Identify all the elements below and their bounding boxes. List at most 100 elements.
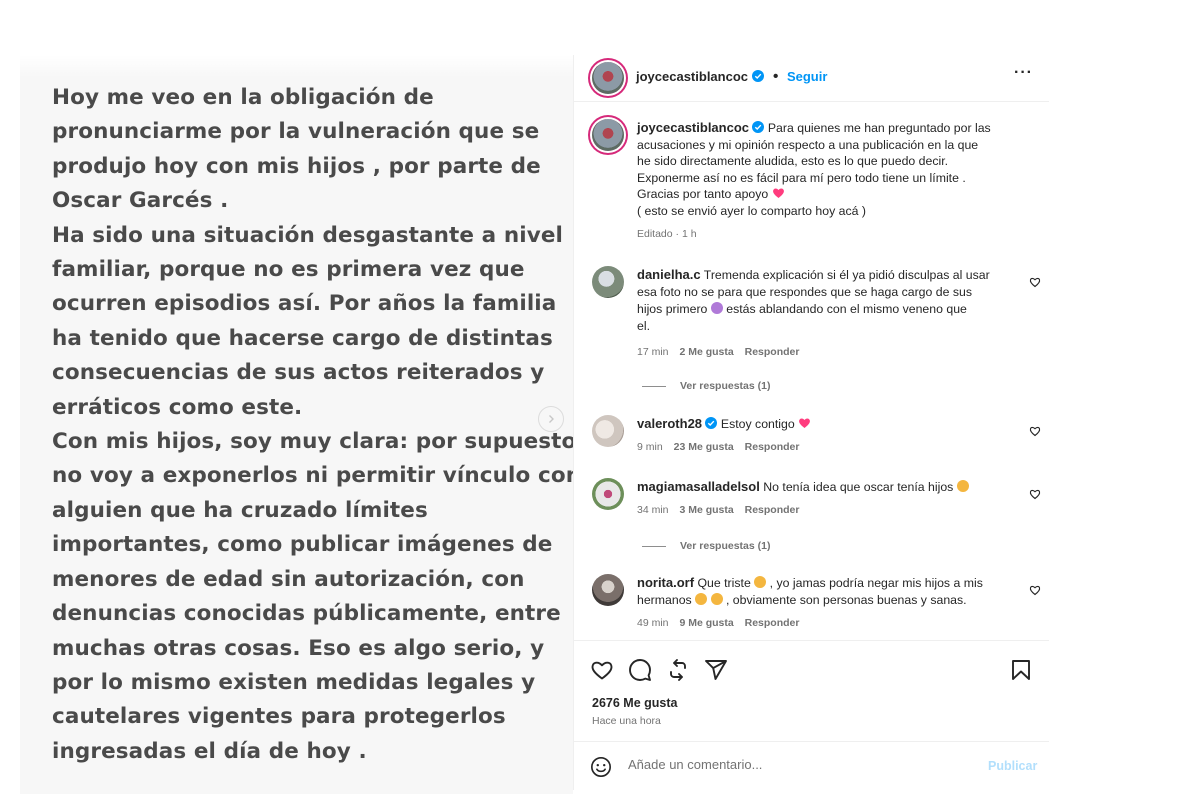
- comment-body: norita.orf Que triste , yo jamas podría …: [637, 574, 1017, 632]
- comment-text: , obviamente son personas buenas y sanas…: [725, 593, 967, 607]
- comment-icon[interactable]: [628, 658, 652, 682]
- more-options-button[interactable]: ···: [1014, 64, 1033, 82]
- posted-time: Hace una hora: [592, 715, 661, 727]
- emoji-picker-icon[interactable]: [590, 756, 612, 778]
- like-comment-heart-icon[interactable]: [1029, 584, 1041, 596]
- caption-line: Exponerme así no es fácil para mí pero t…: [637, 170, 966, 185]
- pleading-face-emoji-icon: [695, 593, 708, 605]
- comment-text: Estoy contigo: [720, 417, 795, 431]
- like-comment-heart-icon[interactable]: [1029, 276, 1041, 288]
- heart-icon[interactable]: [590, 658, 614, 682]
- post-text-line: pronunciarme por la vulneración que se: [52, 119, 540, 145]
- caption-avatar[interactable]: [592, 119, 624, 151]
- post-side-panel: joycecastiblancoc • Seguir ··· joycecast…: [573, 55, 1049, 790]
- caption-line: acusaciones y mi opinión respecto a una …: [637, 137, 979, 152]
- view-replies-button[interactable]: Ver respuestas (1): [642, 380, 770, 392]
- comment-time: 9 min: [637, 441, 663, 453]
- comment-likes[interactable]: 23 Me gusta: [674, 441, 734, 453]
- post-text-line: Con mis hijos, soy muy clara: por supues…: [52, 429, 573, 455]
- comment-username[interactable]: magiamasalladelsol: [637, 479, 760, 494]
- add-comment-row: Publicar: [574, 741, 1049, 792]
- post-text-line: ocurren episodios así. Por años la famil…: [52, 291, 557, 317]
- post-text-line: consecuencias de sus actos reiterados y: [52, 360, 545, 386]
- like-comment-heart-icon[interactable]: [1029, 488, 1041, 500]
- publish-button[interactable]: Publicar: [988, 759, 1037, 773]
- pleading-face-emoji-icon: [710, 593, 723, 605]
- comment-text: Que triste: [697, 576, 751, 590]
- caption-username[interactable]: joycecastiblancoc: [637, 120, 749, 135]
- caption-meta: Editado · 1 h: [637, 227, 697, 240]
- comment-likes[interactable]: 2 Me gusta: [679, 346, 733, 358]
- comment-text: , yo jamas podría negar mis hijos a mis: [769, 576, 983, 590]
- comment-meta: 17 min 2 Me gusta Responder: [637, 344, 1017, 361]
- comment-likes[interactable]: 9 Me gusta: [679, 617, 733, 629]
- view-replies-label: Ver respuestas (1): [680, 540, 771, 552]
- comment-meta: 9 min 23 Me gusta Responder: [637, 439, 1017, 456]
- reply-button[interactable]: Responder: [745, 346, 800, 358]
- commenter-avatar[interactable]: [592, 478, 624, 510]
- comment-text: hermanos: [637, 593, 692, 607]
- view-replies-label: Ver respuestas (1): [680, 380, 771, 392]
- post-text-line: erráticos como este.: [52, 394, 303, 420]
- comment-time: 17 min: [637, 346, 669, 358]
- comment-likes[interactable]: 3 Me gusta: [679, 504, 733, 516]
- comment-time: 49 min: [637, 617, 669, 629]
- commenter-avatar[interactable]: [592, 266, 624, 298]
- replies-line: [642, 385, 666, 387]
- like-comment-heart-icon[interactable]: [1029, 425, 1041, 437]
- comment-body: magiamasalladelsol No tenía idea que osc…: [637, 478, 1017, 519]
- post-text-line: no voy a exponerlos ni permitir vínculo …: [52, 463, 573, 489]
- author-username[interactable]: joycecastiblancoc: [636, 69, 748, 84]
- verified-badge-icon: [705, 417, 718, 429]
- post-text-line: cautelares vigentes para protegerlos: [52, 704, 506, 730]
- caption-line: ( esto se envió ayer lo comparto hoy acá…: [637, 203, 866, 218]
- pink-heart-emoji-icon: [772, 188, 784, 199]
- reply-button[interactable]: Responder: [745, 504, 800, 516]
- repost-icon[interactable]: [666, 658, 690, 682]
- commenter-avatar[interactable]: [592, 415, 624, 447]
- post-text-line: Oscar Garcés .: [52, 188, 229, 214]
- likes-count[interactable]: 2676 Me gusta: [592, 696, 677, 710]
- share-icon[interactable]: [704, 658, 728, 682]
- comment-username[interactable]: norita.orf: [637, 575, 694, 590]
- post-image: Hoy me veo en la obligación de pronuncia…: [20, 55, 573, 794]
- comment-text: No tenía idea que oscar tenía hijos: [763, 480, 954, 494]
- separator-dot: •: [772, 68, 779, 85]
- caption-text: joycecastiblancoc Para quienes me han pr…: [637, 120, 1037, 242]
- replies-line: [642, 545, 666, 547]
- emoji-icon: [710, 302, 723, 314]
- caption-line: Gracias por tanto apoyo: [637, 187, 769, 202]
- comment-text: estás ablandando con el mismo veneno que: [726, 302, 967, 316]
- comment-username[interactable]: valeroth28: [637, 416, 702, 431]
- caption-line: Para quienes me han preguntado por las: [767, 121, 991, 135]
- author-avatar[interactable]: [592, 62, 624, 94]
- reply-button[interactable]: Responder: [745, 617, 800, 629]
- commenter-avatar[interactable]: [592, 574, 624, 606]
- comment-body: danielha.c Tremenda explicación si él ya…: [637, 266, 1017, 361]
- post-text-line: muchas otras cosas. Eso es algo serio, y: [52, 635, 545, 661]
- verified-badge-icon: [752, 70, 765, 82]
- follow-button[interactable]: Seguir: [787, 69, 827, 84]
- next-image-button[interactable]: [538, 406, 564, 432]
- post-text-line: denuncias conocidas públicamente, entre: [52, 601, 561, 627]
- view-replies-button[interactable]: Ver respuestas (1): [642, 540, 770, 552]
- comment-text: esa foto no se para que respondes que se…: [637, 285, 972, 299]
- comment-body: valeroth28 Estoy contigo 9 min 23 Me gus…: [637, 415, 1017, 456]
- chevron-right-icon: [549, 415, 554, 423]
- comment-text: el.: [637, 319, 650, 333]
- caption-line: he sido directamente aludida, esto es lo…: [637, 154, 949, 169]
- bookmark-icon[interactable]: [1009, 658, 1033, 682]
- post-text-line: Ha sido una situación desgastante a nive…: [52, 222, 563, 248]
- post-text-line: importantes, como publicar imágenes de: [52, 532, 553, 558]
- post-text-line: Hoy me veo en la obligación de: [52, 85, 434, 110]
- sad-face-emoji-icon: [754, 576, 767, 588]
- comment-text: Tremenda explicación si él ya pidió disc…: [703, 268, 990, 282]
- red-heart-emoji-icon: [799, 418, 811, 428]
- comment-username[interactable]: danielha.c: [637, 267, 701, 282]
- post-text-line: familiar, porque no es primera vez que: [52, 257, 525, 283]
- reply-button[interactable]: Responder: [745, 441, 800, 453]
- add-comment-input[interactable]: [626, 756, 960, 773]
- verified-badge-icon: [752, 121, 765, 133]
- image-top-fade: [20, 55, 573, 77]
- comment-meta: 34 min 3 Me gusta Responder: [637, 502, 1017, 519]
